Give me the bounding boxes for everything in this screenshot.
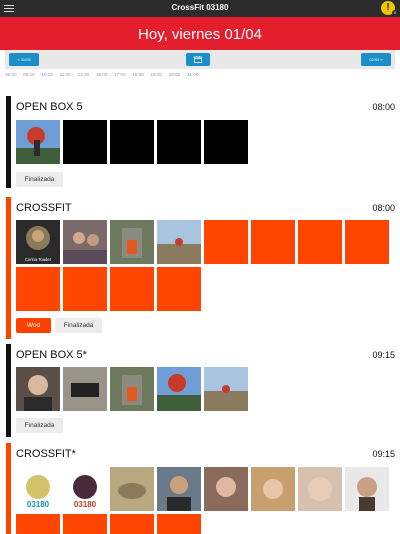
class-time: 08:00	[372, 102, 395, 112]
attendee-avatar[interactable]	[157, 367, 201, 411]
attendee-avatar[interactable]	[157, 120, 201, 164]
attendee-avatar[interactable]	[110, 467, 154, 511]
hour-option[interactable]: 14:30	[78, 72, 96, 82]
attendee-avatar[interactable]	[157, 467, 201, 511]
date-navigation: « 31/03 02/04 »	[5, 50, 395, 69]
attendee-avatar[interactable]: 03180	[63, 467, 107, 511]
hour-option[interactable]: 20:00	[169, 72, 187, 82]
attendee-avatar[interactable]	[298, 467, 342, 511]
hour-option[interactable]: 19:00	[151, 72, 169, 82]
day-header: Hoy, viernes 01/04	[0, 17, 400, 50]
hour-option[interactable]: 11:00	[60, 72, 78, 82]
attendee-avatar[interactable]	[63, 120, 107, 164]
app-title: CrossFit 03180	[171, 3, 229, 12]
attendee-avatar[interactable]	[16, 120, 60, 164]
attendee-avatar[interactable]	[110, 367, 154, 411]
attendee-avatar[interactable]	[204, 220, 248, 264]
hour-option[interactable]: 08:00	[5, 72, 23, 82]
class-card[interactable]: CROSSFIT 08:00 Corina Toader Wod Finaliz…	[6, 197, 395, 339]
hour-filter-row: 08:00 09:15 10:15 11:00 14:30 16:00 17:0…	[5, 72, 395, 82]
attendee-avatar[interactable]	[110, 267, 154, 311]
attendee-avatar[interactable]	[16, 267, 60, 311]
attendee-avatar[interactable]	[298, 220, 342, 264]
class-color-bar	[6, 443, 11, 534]
alert-symbol: !	[386, 2, 390, 13]
attendee-name: Corina Toader	[24, 257, 52, 262]
class-time: 08:00	[372, 203, 395, 213]
attendee-avatar[interactable]	[204, 120, 248, 164]
class-name: OPEN BOX 5*	[16, 349, 87, 361]
attendee-avatar[interactable]	[110, 220, 154, 264]
svg-text:03180: 03180	[74, 500, 97, 509]
class-time: 09:15	[372, 449, 395, 459]
class-card[interactable]: CROSSFIT* 09:15 03180 03180	[6, 443, 395, 534]
status-finalizada: Finalizada	[55, 318, 102, 333]
attendee-avatar[interactable]	[157, 267, 201, 311]
hour-option[interactable]: 17:00	[114, 72, 132, 82]
attendee-avatar[interactable]	[63, 514, 107, 534]
attendee-avatar[interactable]	[157, 514, 201, 534]
class-time: 09:15	[372, 350, 395, 360]
calendar-button[interactable]	[186, 53, 210, 66]
previous-day-button[interactable]: « 31/03	[9, 53, 39, 66]
attendee-avatar[interactable]	[16, 514, 60, 534]
class-card[interactable]: OPEN BOX 5 08:00 Finalizada	[6, 96, 395, 188]
class-name: CROSSFIT*	[16, 448, 76, 460]
class-color-bar	[6, 197, 11, 339]
class-color-bar	[6, 344, 11, 437]
attendee-avatar[interactable]	[204, 367, 248, 411]
attendee-avatar[interactable]	[251, 467, 295, 511]
attendee-avatar[interactable]: 03180	[16, 467, 60, 511]
attendee-avatar[interactable]: Corina Toader	[16, 220, 60, 264]
hour-option[interactable]: 09:15	[23, 72, 41, 82]
hour-option[interactable]: 18:00	[132, 72, 150, 82]
day-title: Hoy, viernes 01/04	[138, 26, 262, 43]
status-finalizada: Finalizada	[16, 172, 63, 187]
attendee-avatar[interactable]	[63, 367, 107, 411]
svg-text:03180: 03180	[27, 500, 50, 509]
class-color-bar	[6, 96, 11, 188]
hour-option[interactable]: 21:00	[187, 72, 205, 82]
status-finalizada: Finalizada	[16, 418, 63, 433]
attendee-avatar[interactable]	[16, 367, 60, 411]
hour-option[interactable]: 16:00	[96, 72, 114, 82]
alert-count-badge: 0	[392, 10, 398, 16]
attendee-avatar[interactable]	[63, 220, 107, 264]
class-name: OPEN BOX 5	[16, 101, 83, 113]
next-day-button[interactable]: 02/04 »	[361, 53, 391, 66]
app-top-bar: CrossFit 03180 ! 0	[0, 0, 400, 17]
attendee-avatar[interactable]	[110, 514, 154, 534]
class-card[interactable]: OPEN BOX 5* 09:15 Finalizada	[6, 344, 395, 437]
attendee-avatar[interactable]	[345, 467, 389, 511]
calendar-icon	[194, 56, 202, 63]
hour-option[interactable]: 10:15	[41, 72, 59, 82]
attendee-avatar[interactable]	[110, 120, 154, 164]
attendee-avatar[interactable]	[157, 220, 201, 264]
wod-button[interactable]: Wod	[16, 318, 51, 333]
attendee-avatar[interactable]	[204, 467, 248, 511]
class-name: CROSSFIT	[16, 202, 72, 214]
attendee-avatar[interactable]	[345, 220, 389, 264]
attendee-avatar[interactable]	[251, 220, 295, 264]
attendee-avatar[interactable]	[63, 267, 107, 311]
